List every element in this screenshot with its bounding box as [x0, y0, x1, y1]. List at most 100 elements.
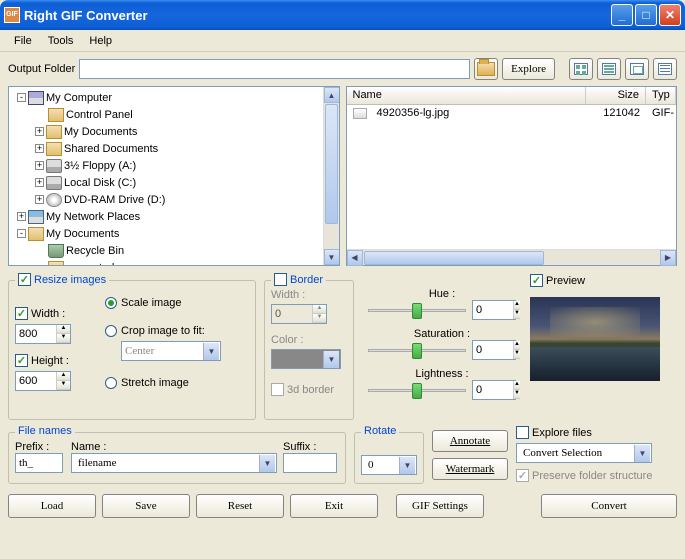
saturation-slider[interactable] — [368, 340, 466, 360]
watermark-button[interactable]: Watermark — [432, 458, 508, 480]
hue-input[interactable] — [473, 301, 513, 319]
saturation-label: Saturation : — [368, 328, 516, 340]
suffix-input[interactable] — [283, 453, 337, 473]
scroll-down-button[interactable]: ▼ — [324, 249, 340, 265]
expander-icon[interactable]: + — [17, 212, 26, 221]
folder-tree[interactable]: -My ComputerControl Panel+My Documents+S… — [8, 86, 340, 266]
chevron-down-icon[interactable]: ▼ — [399, 457, 415, 474]
explore-files-checkbox[interactable] — [516, 426, 529, 439]
height-up[interactable]: ▲ — [57, 372, 70, 381]
file-list[interactable]: Name Size Typ 4920356-lg.jpg121042GIF- ◀… — [346, 86, 678, 266]
folder-icon — [46, 142, 62, 156]
view-details-button[interactable] — [653, 58, 677, 80]
tree-item[interactable]: Recycle Bin — [11, 242, 337, 259]
scroll-thumb[interactable] — [325, 104, 338, 224]
maximize-button[interactable]: □ — [635, 4, 657, 26]
width-checkbox[interactable]: ✓ — [15, 307, 28, 320]
chevron-down-icon: ▼ — [203, 343, 219, 360]
load-button[interactable]: Load — [8, 494, 96, 518]
lightness-slider[interactable] — [368, 380, 466, 400]
scale-radio[interactable] — [105, 297, 117, 309]
view-thumb-button[interactable] — [625, 58, 649, 80]
stretch-radio[interactable] — [105, 377, 117, 389]
tree-item[interactable]: +Local Disk (C:) — [11, 174, 337, 191]
height-spinner[interactable]: ▲▼ — [15, 371, 71, 391]
rotate-combo[interactable]: 0▼ — [361, 455, 417, 475]
expander-icon[interactable]: - — [17, 229, 26, 238]
browse-folder-button[interactable] — [474, 58, 498, 80]
tree-item[interactable]: +My Network Places — [11, 208, 337, 225]
lightness-spinner[interactable]: ▲▼ — [472, 380, 516, 400]
col-size[interactable]: Size — [586, 87, 646, 104]
drive-icon — [46, 176, 62, 190]
width-spinner[interactable]: ▲▼ — [15, 324, 71, 344]
border-checkbox[interactable] — [274, 273, 287, 286]
hue-spinner[interactable]: ▲▼ — [472, 300, 516, 320]
width-input[interactable] — [16, 325, 56, 343]
width-down[interactable]: ▼ — [57, 334, 70, 343]
scroll-up-button[interactable]: ▲ — [324, 87, 340, 103]
expander-icon[interactable]: + — [35, 161, 44, 170]
tree-item[interactable]: +DVD-RAM Drive (D:) — [11, 191, 337, 208]
scroll-left-button[interactable]: ◀ — [347, 250, 363, 266]
expander-icon[interactable]: + — [35, 144, 44, 153]
gif-settings-button[interactable]: GIF Settings — [396, 494, 484, 518]
resize-checkbox[interactable]: ✓ — [18, 273, 31, 286]
expander-icon[interactable]: + — [35, 195, 44, 204]
scroll-thumb-h[interactable] — [364, 251, 544, 265]
convert-mode-combo[interactable]: Convert Selection▼ — [516, 443, 652, 463]
chevron-down-icon[interactable]: ▼ — [634, 445, 650, 462]
file-icon — [353, 108, 367, 119]
close-button[interactable]: ✕ — [659, 4, 681, 26]
prefix-input[interactable] — [15, 453, 63, 473]
hue-slider[interactable] — [368, 300, 466, 320]
tree-item[interactable]: Control Panel — [11, 106, 337, 123]
scroll-right-button[interactable]: ▶ — [660, 250, 676, 266]
height-down[interactable]: ▼ — [57, 381, 70, 390]
col-type[interactable]: Typ — [646, 87, 676, 104]
expander-icon[interactable]: + — [35, 178, 44, 187]
col-name[interactable]: Name — [347, 87, 587, 104]
saturation-spinner[interactable]: ▲▼ — [472, 340, 516, 360]
tree-item[interactable]: -My Computer — [11, 89, 337, 106]
tree-item[interactable]: -My Documents — [11, 225, 337, 242]
computer-icon — [28, 91, 44, 105]
explore-button[interactable]: Explore — [502, 58, 555, 80]
tree-item[interactable]: +My Documents — [11, 123, 337, 140]
border-color-label: Color : — [271, 334, 347, 346]
output-folder-input[interactable] — [79, 59, 470, 79]
lightness-input[interactable] — [473, 381, 513, 399]
folder-icon — [48, 261, 64, 267]
height-checkbox[interactable]: ✓ — [15, 354, 28, 367]
menu-tools[interactable]: Tools — [40, 33, 82, 49]
chevron-down-icon[interactable]: ▼ — [259, 455, 275, 472]
save-button[interactable]: Save — [102, 494, 190, 518]
preview-checkbox[interactable]: ✓ — [530, 274, 543, 287]
minimize-button[interactable]: _ — [611, 4, 633, 26]
drive-icon — [46, 159, 62, 173]
crop-radio[interactable] — [105, 325, 117, 337]
height-input[interactable] — [16, 372, 56, 390]
preserve-checkbox: ✓ — [516, 469, 529, 482]
annotate-button[interactable]: Annotate — [432, 430, 508, 452]
view-large-icons-button[interactable] — [569, 58, 593, 80]
list-row[interactable]: 4920356-lg.jpg121042GIF- — [347, 105, 677, 121]
tree-item[interactable]: +3½ Floppy (A:) — [11, 157, 337, 174]
reset-button[interactable]: Reset — [196, 494, 284, 518]
width-up[interactable]: ▲ — [57, 325, 70, 334]
menu-help[interactable]: Help — [81, 33, 120, 49]
name-combo[interactable]: filename▼ — [71, 453, 277, 473]
convert-button[interactable]: Convert — [541, 494, 677, 518]
3d-border-checkbox — [271, 383, 284, 396]
expander-icon[interactable]: + — [35, 127, 44, 136]
saturation-input[interactable] — [473, 341, 513, 359]
tree-item[interactable]: +Shared Documents — [11, 140, 337, 157]
tree-scrollbar[interactable]: ▲ ▼ — [323, 87, 339, 265]
exit-button[interactable]: Exit — [290, 494, 378, 518]
expander-icon[interactable]: - — [17, 93, 26, 102]
thumb-icon — [630, 63, 644, 75]
tree-item[interactable]: converted — [11, 259, 337, 266]
menu-file[interactable]: File — [6, 33, 40, 49]
list-scrollbar-h[interactable]: ◀ ▶ — [347, 249, 677, 265]
view-list-button[interactable] — [597, 58, 621, 80]
